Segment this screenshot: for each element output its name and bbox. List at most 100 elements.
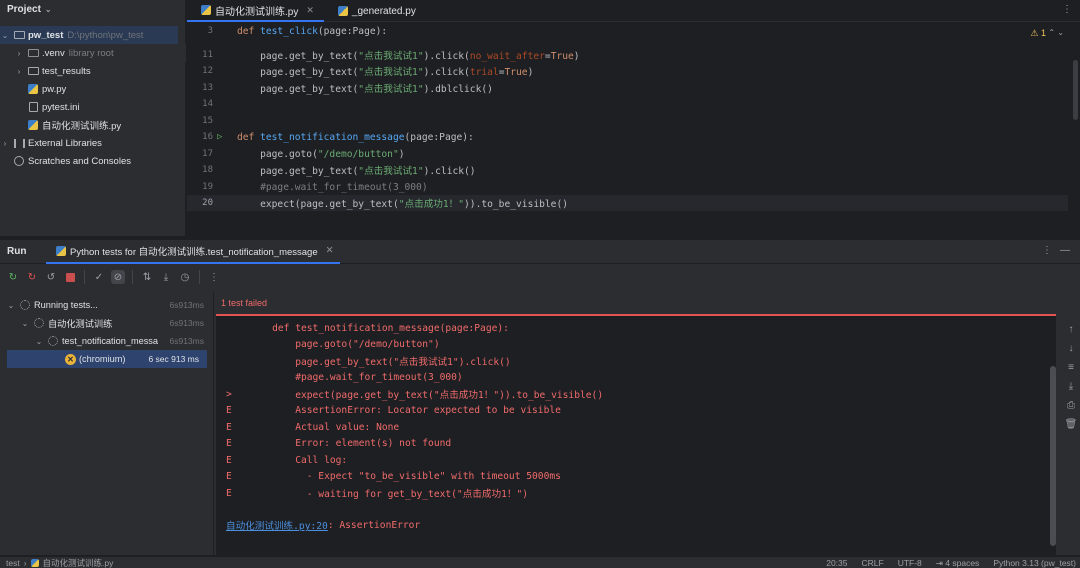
tab-generated[interactable]: _generated.py [324, 0, 426, 22]
chevron-right-icon[interactable]: › [0, 139, 10, 148]
line-number: 17 [202, 149, 213, 159]
tree-item-external-libraries[interactable]: › External Libraries [0, 134, 186, 152]
stop-icon[interactable] [63, 270, 77, 284]
run-tool-window: Run Python tests for 自动化测试训练.test_notifi… [0, 240, 1080, 555]
tree-item-scratches[interactable]: Scratches and Consoles [10, 152, 186, 170]
test-tree-item[interactable]: ⌄ test_notification_messa 6s913ms [0, 332, 212, 350]
tree-item-label: .venv [42, 47, 65, 59]
python-tests-icon [55, 245, 67, 257]
scroll-to-end-icon[interactable]: ⤓ [1069, 381, 1073, 392]
line-number: 15 [202, 116, 213, 126]
trash-icon[interactable]: 🗑 [1065, 419, 1078, 430]
test-tree-label: 自动化测试训练 [48, 319, 113, 329]
code-area[interactable]: 3 def test_click(page:Page): 11 page.get… [187, 22, 1080, 236]
sort-icon[interactable]: ⇅ [140, 270, 154, 284]
indent-setting[interactable]: ⇥ 4 spaces [936, 558, 980, 568]
code-line: 19 #page.wait_for_timeout(3_000) [187, 179, 1068, 195]
close-icon[interactable]: ✕ [306, 5, 314, 16]
close-icon[interactable]: ✕ [326, 245, 334, 256]
indent-icon: ⇥ [935, 557, 946, 568]
tree-item-test-results[interactable]: › test_results [14, 62, 186, 80]
cursor-position[interactable]: 20:35 [826, 558, 847, 568]
toolbar-divider [199, 270, 200, 284]
code-line: 18 page.get_by_text("点击我试试1").click() [187, 162, 1068, 178]
tree-item-root[interactable]: ⌄ pw_test D:\python\pw_test [0, 26, 178, 44]
output-line: page.get_by_text("点击我试试1").click() [249, 357, 511, 369]
tree-item-pw-py[interactable]: pw.py [24, 80, 186, 98]
code-text: def test_click(page:Page): [237, 25, 388, 37]
rerun-failed-icon[interactable]: ↻ [25, 270, 39, 284]
project-header[interactable]: Project ⌄ [0, 0, 185, 18]
test-tree-item[interactable]: ⌄ Running tests... 6s913ms [0, 296, 212, 314]
console-output[interactable]: def test_notification_message(page:Page)… [216, 316, 1048, 555]
more-vertical-icon[interactable]: ⋮ [1062, 4, 1072, 15]
test-tree-item[interactable]: ⌄ 自动化测试训练 6s913ms [0, 314, 212, 332]
tree-item-test-file[interactable]: 自动化测试训练.py [24, 116, 186, 134]
tree-item-label: pw.py [42, 83, 67, 95]
soft-wrap-icon[interactable]: ≡ [1068, 362, 1074, 373]
chevron-right-icon: › [23, 557, 27, 568]
tree-item-venv[interactable]: › .venv library root [14, 44, 186, 62]
folder-icon [27, 47, 39, 59]
tree-item-pytest-ini[interactable]: pytest.ini [24, 98, 186, 116]
breadcrumb-item[interactable]: 自动化测试训练.py [43, 557, 114, 568]
test-tree-label: (chromium) [79, 354, 126, 364]
code-text: page.get_by_text("点击我试试1").dblclick() [237, 84, 493, 95]
run-toolbar: ↻ ↻ ↺ ✓ ⊘ ⇅ ⤓ ◷ ⋮ [0, 264, 1080, 290]
import-tests-icon[interactable]: ⤓ [159, 270, 173, 284]
chevron-right-icon[interactable]: › [14, 67, 24, 76]
toolbar-divider [132, 270, 133, 284]
output-line: #page.wait_for_timeout(3_000) [249, 371, 463, 383]
run-gutter-icon[interactable]: ▷ [217, 132, 237, 142]
code-text: #page.wait_for_timeout(3_000) [237, 181, 428, 193]
console-side-toolbar: ↑ ↓ ≡ ⤓ ⎙ 🗑 [1064, 324, 1078, 430]
tab-run-config[interactable]: Python tests for 自动化测试训练.test_notificati… [46, 240, 340, 264]
code-line: 3 def test_click(page:Page): [187, 23, 1068, 39]
output-line: E - Expect "to_be_visible" with timeout … [226, 470, 561, 482]
toggle-auto-test-icon[interactable]: ↺ [44, 270, 58, 284]
arrow-up-icon[interactable]: ↑ [1069, 324, 1074, 335]
chevron-right-icon[interactable]: › [14, 49, 24, 58]
editor: 自动化测试训练.py ✕ _generated.py ⋮ ⚠ 1 ⌃ ⌄ 3 d… [187, 0, 1080, 236]
breadcrumb-item[interactable]: test [6, 558, 20, 568]
source-link[interactable]: 自动化测试训练.py:20 [226, 518, 328, 532]
code-line: 12 page.get_by_text("点击我试试1").click(tria… [187, 63, 1068, 79]
print-icon[interactable]: ⎙ [1067, 400, 1075, 411]
interpreter[interactable]: Python 3.13 (pw_test) [993, 558, 1076, 568]
test-tree-item-selected[interactable]: ✕ (chromium) 6 sec 913 ms [7, 350, 207, 368]
code-text: expect(page.get_by_text("点击成功1！")).to_be… [237, 199, 568, 210]
line-ending[interactable]: CRLF [862, 558, 884, 568]
chevron-down-icon[interactable]: ⌄ [34, 337, 44, 346]
line-number: 13 [202, 83, 213, 93]
breadcrumb: test › 自动化测试训练.py [0, 557, 113, 568]
line-number: 14 [202, 99, 213, 109]
code-line: 11 page.get_by_text("点击我试试1").click(no_w… [187, 47, 1068, 63]
show-ignored-icon[interactable]: ⊘ [111, 270, 125, 284]
test-duration: 6s913ms [169, 318, 205, 328]
tab-test-file[interactable]: 自动化测试训练.py ✕ [187, 0, 324, 22]
output-line: > expect(page.get_by_text("点击成功1！")).to_… [226, 388, 604, 402]
test-console[interactable]: 1 test failed def test_notification_mess… [216, 292, 1056, 555]
project-panel: Project ⌄ ⌄ pw_test D:\python\pw_test › … [0, 0, 186, 236]
tree-item-path: D:\python\pw_test [67, 29, 144, 41]
run-header: Run Python tests for 自动化测试训练.test_notifi… [0, 240, 1080, 264]
chevron-down-icon[interactable]: ⌄ [6, 301, 16, 310]
history-icon[interactable]: ◷ [178, 270, 192, 284]
show-passed-icon[interactable]: ✓ [92, 270, 106, 284]
console-scrollbar[interactable] [1050, 366, 1056, 546]
more-vertical-icon[interactable]: ⋮ [1042, 245, 1052, 256]
code-line: 16 ▷ def test_notification_message(page:… [187, 129, 1068, 145]
more-vertical-icon[interactable]: ⋮ [207, 270, 221, 284]
chevron-down-icon[interactable]: ⌄ [0, 31, 10, 40]
test-tree-label: test_notification_messa [62, 336, 159, 346]
status-widgets: 20:35 CRLF UTF-8 ⇥ 4 spaces Python 3.13 … [826, 557, 1080, 568]
python-file-icon [27, 83, 39, 95]
file-encoding[interactable]: UTF-8 [898, 558, 922, 568]
chevron-down-icon[interactable]: ⌄ [45, 5, 52, 14]
line-number: 16 [202, 132, 213, 142]
chevron-down-icon[interactable]: ⌄ [20, 319, 30, 328]
editor-tabs: 自动化测试训练.py ✕ _generated.py ⋮ [187, 0, 1080, 22]
rerun-icon[interactable]: ↻ [6, 270, 20, 284]
arrow-down-icon[interactable]: ↓ [1069, 343, 1074, 354]
minimize-icon[interactable]: — [1060, 245, 1070, 256]
